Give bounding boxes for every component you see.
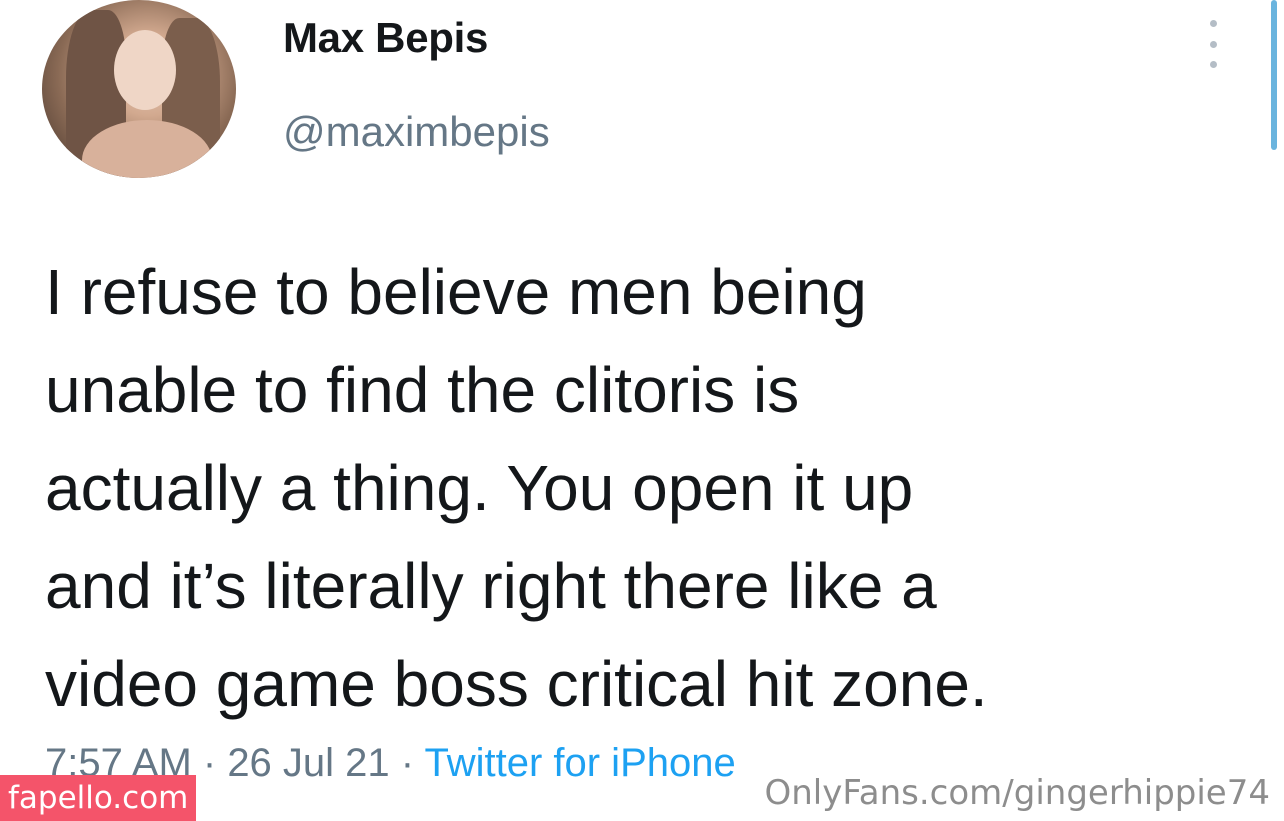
separator: · (191, 741, 228, 785)
profile-avatar[interactable] (42, 0, 236, 178)
watermark-right: OnlyFans.com/gingerhippie74 (764, 773, 1270, 813)
dot (1209, 40, 1217, 48)
tweet-text-line: video game boss critical hit zone. (45, 648, 988, 720)
watermark-left: fapello.com (0, 775, 197, 821)
separator: · (389, 741, 425, 785)
tweet-text-line: I refuse to believe men being (45, 256, 867, 328)
user-handle[interactable]: @maximbepis (283, 108, 550, 156)
tweet-text-line: actually a thing. You open it up (45, 452, 914, 524)
avatar-face (114, 30, 176, 110)
tweet-text: I refuse to believe men being unable to … (45, 243, 1225, 733)
tweet-text-line: and it’s literally right there like a (45, 550, 937, 622)
more-options-icon[interactable] (1203, 20, 1223, 68)
tweet-source-link[interactable]: Twitter for iPhone (424, 741, 735, 785)
tweet-date[interactable]: 26 Jul 21 (227, 741, 389, 785)
scrollbar[interactable] (1271, 0, 1277, 150)
dot (1209, 61, 1217, 68)
dot (1209, 20, 1217, 27)
display-name[interactable]: Max Bepis (283, 14, 488, 62)
tweet-text-line: unable to find the clitoris is (45, 354, 800, 426)
